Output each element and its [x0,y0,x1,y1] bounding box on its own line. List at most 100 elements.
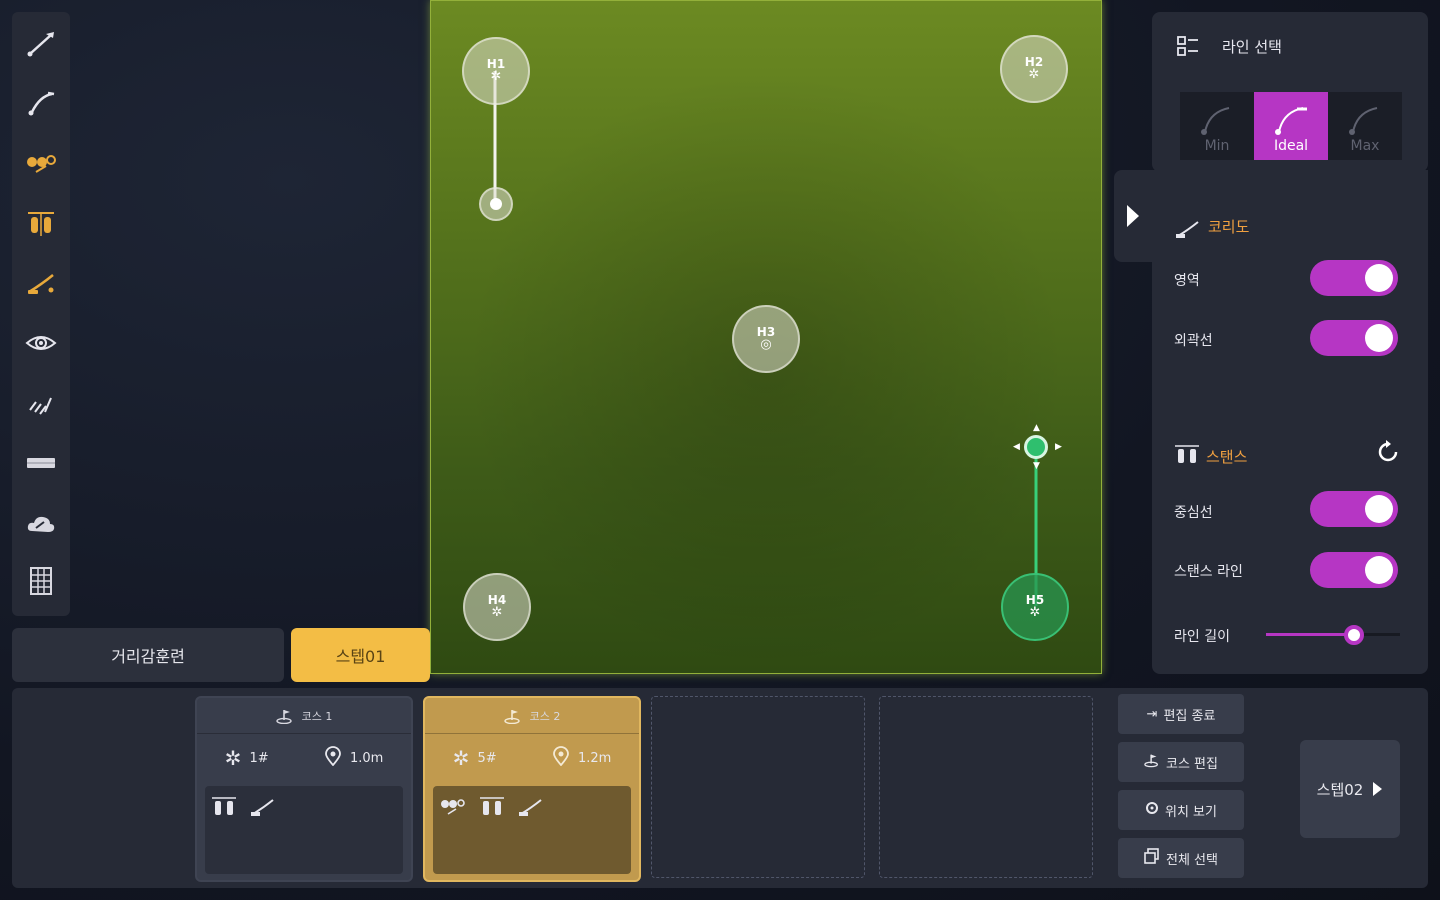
center-line-toggle[interactable] [1310,491,1398,527]
outline-label: 외곽선 [1174,333,1213,349]
view-position-button[interactable]: 위치 보기 [1118,790,1244,830]
hole-flag-icon: ◎ [760,337,772,352]
hole-count: ✲ 1# [225,746,269,770]
corridor-icon [1174,216,1202,244]
hole-h3[interactable]: H3 ◎ [732,305,800,373]
cloud-icon[interactable] [20,502,62,544]
putter-icon [517,794,545,822]
slider-fill [1266,633,1354,636]
course-title: 코스 2 [529,709,561,723]
end-edit-label: 편집 종료 [1163,708,1216,724]
hole-count-value: 5# [477,750,497,766]
view-position-label: 위치 보기 [1165,804,1217,820]
stance-line-label: 스탠스 라인 [1174,564,1243,580]
eye-icon[interactable] [20,322,62,364]
toggle-knob [1365,495,1393,523]
distance-value: 1.2m [577,750,612,766]
hole-flag-icon: ✲ [490,69,502,84]
step01-label: 스텝01 [335,647,386,666]
hole-flag-icon: ✲ [1028,67,1040,82]
line-length-slider[interactable] [1266,625,1400,645]
select-all-button[interactable]: 전체 선택 [1118,838,1244,878]
line-option-label: Ideal [1273,138,1309,154]
distance: 1.2m [552,746,611,770]
step01-tab[interactable]: 스텝01 [291,628,430,682]
tool-sidebar [12,12,70,616]
panel-collapse-button[interactable] [1114,170,1152,262]
balls-icon[interactable] [20,142,62,184]
stance-section-title: 스탠스 [1206,448,1248,466]
stance-icon [479,796,505,822]
settings-panel: 코리도 영역 외곽선 스탠스 중심선 스탠스 라인 라인 길이 [1152,170,1428,674]
course-edit-label: 코스 편집 [1166,756,1218,772]
line-option-min[interactable]: Min [1180,92,1254,160]
iron-club-icon[interactable] [20,82,62,124]
area-toggle[interactable] [1310,260,1398,296]
course-tools [433,786,631,874]
distance-training-button[interactable]: 거리감훈련 [12,628,284,682]
putter-icon [249,794,277,822]
hole-h1[interactable]: H1 ✲ [462,37,530,105]
line-select-title: 라인 선택 [1222,38,1282,56]
reset-icon[interactable] [1374,438,1402,470]
move-arrows-icon[interactable]: ▲ ▼ ◀ ▶ [1011,423,1063,471]
grid-icon[interactable] [20,560,62,602]
hole-count-value: 1# [249,750,269,766]
ball-marker[interactable] [479,187,513,221]
location-pin-icon [324,746,342,770]
outline-toggle[interactable] [1310,320,1398,356]
putting-green[interactable]: ▲ ▼ ◀ ▶ H1 ✲ H2 ✲ H3 ◎ H4 ✲ H5 ✲ [430,0,1102,674]
hole-h4[interactable]: H4 ✲ [463,573,531,641]
line-option-max[interactable]: Max [1328,92,1402,160]
bar-icon[interactable] [20,442,62,484]
course-tools [205,786,403,874]
line-option-ideal[interactable]: Ideal [1254,92,1328,160]
hole-h5[interactable]: H5 ✲ [1001,573,1069,641]
hole-flag-icon: ✲ [1029,605,1041,620]
play-arrow-icon [1373,782,1383,796]
select-all-label: 전체 선택 [1166,852,1218,868]
flag-icon [275,708,294,724]
location-pin-icon [552,746,570,770]
line-option-label: Min [1204,138,1230,154]
course-edit-button[interactable]: 코스 편집 [1118,742,1244,782]
line-select-icon [1176,34,1200,62]
distance-training-label: 거리감훈련 [111,647,185,666]
toggle-knob [1365,264,1393,292]
course-card-2[interactable]: 코스 2 ✲ 5# 1.2m [423,696,641,882]
stance-icon[interactable] [20,202,62,244]
balls-icon [439,796,467,822]
select-all-icon [1144,848,1160,868]
line-select-panel: 라인 선택 Min Ideal Max [1152,12,1428,172]
empty-course-slot[interactable] [651,696,865,878]
stance-line-toggle[interactable] [1310,552,1398,588]
end-edit-button[interactable]: ⇥ 편집 종료 [1118,694,1244,734]
course-title: 코스 1 [301,709,333,723]
course-card-1[interactable]: 코스 1 ✲ 1# 1.0m [195,696,413,882]
stance-section-icon [1174,444,1200,470]
distance: 1.0m [324,746,383,770]
line-length-label: 라인 길이 [1174,629,1230,645]
hole-icon: ✲ [224,746,242,770]
play-arrow-icon [1127,205,1139,227]
course-header: 코스 2 [425,698,639,734]
toggle-knob [1365,324,1393,352]
empty-course-slot[interactable] [879,696,1093,878]
center-line-label: 중심선 [1174,505,1213,521]
next-step-label: 스텝02 [1316,780,1364,799]
flag-icon [1144,752,1160,772]
hole-count: ✲ 5# [453,746,497,770]
distance-value: 1.0m [349,750,384,766]
course-header: 코스 1 [197,698,411,734]
area-label: 영역 [1174,273,1200,289]
driver-club-icon[interactable] [20,22,62,64]
exit-icon: ⇥ [1146,706,1158,722]
flag-icon [503,708,522,724]
putter-icon[interactable] [20,262,62,304]
slope-lines-icon[interactable] [20,382,62,424]
next-step-button[interactable]: 스텝02 [1300,740,1400,838]
hole-h2[interactable]: H2 ✲ [1000,35,1068,103]
target-icon [1145,801,1159,819]
slider-handle[interactable] [1344,625,1364,645]
hole-icon: ✲ [452,746,470,770]
